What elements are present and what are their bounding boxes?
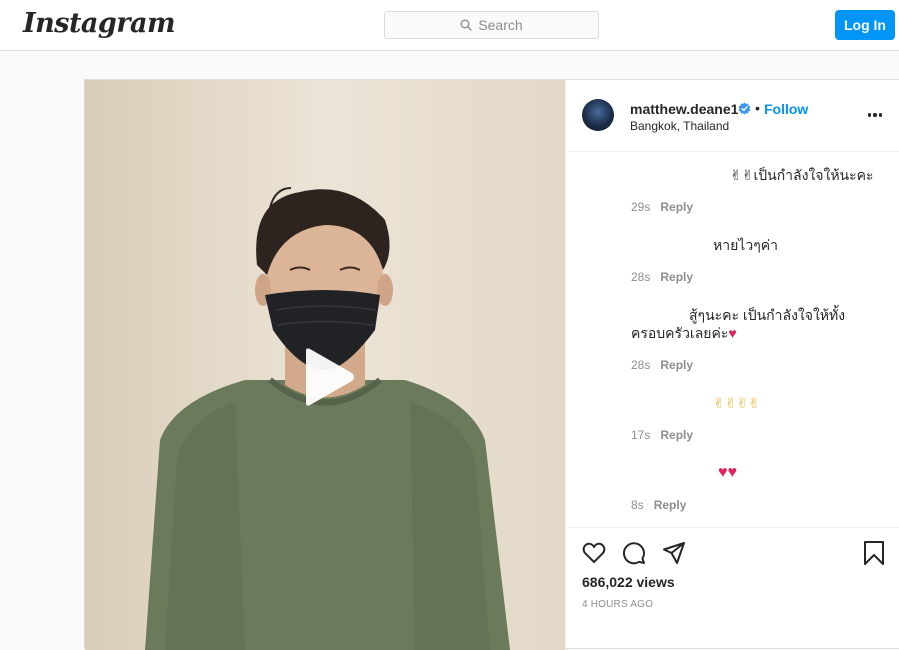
comment-text-line2: ครอบครัวเลยค่ะ♥ — [631, 324, 737, 342]
follow-button[interactable]: Follow — [764, 101, 808, 117]
video-player[interactable] — [85, 80, 565, 650]
reply-button[interactable]: Reply — [660, 358, 693, 372]
comment-age: 28s — [631, 270, 651, 284]
comment-text: ♥♥ — [718, 464, 737, 481]
comment-age: 8s — [631, 498, 644, 512]
avatar[interactable] — [582, 99, 614, 131]
verified-badge-icon — [738, 102, 751, 115]
save-bookmark-icon[interactable] — [861, 540, 887, 566]
comment-meta: 17s Reply — [631, 428, 693, 442]
more-options-icon[interactable] — [866, 106, 884, 124]
post-actions: 686,022 views 4 HOURS AGO — [566, 527, 899, 650]
search-input[interactable]: Search — [384, 11, 599, 39]
comment-text: ครอบครัวเลยค่ะ — [631, 325, 729, 341]
comment-text: ✌✌✌✌ — [713, 395, 760, 411]
post-header: matthew.deane1 • Follow Bangkok, Thailan… — [566, 80, 899, 152]
reply-button[interactable]: Reply — [660, 270, 693, 284]
comment-meta: 28s Reply — [631, 358, 693, 372]
top-nav: Instagram Search Log In — [0, 0, 899, 51]
comment-text: หายไวๆค่า — [713, 237, 778, 253]
comment-age: 29s — [631, 200, 651, 214]
comments-list: ✌✌เป็นกำลังใจให้นะคะ 29s Reply หายไวๆค่า … — [566, 152, 899, 527]
instagram-logo[interactable]: Instagram — [23, 8, 176, 39]
location-link[interactable]: Bangkok, Thailand — [630, 119, 729, 133]
search-placeholder: Search — [478, 17, 523, 33]
views-count[interactable]: 686,022 views — [582, 574, 675, 590]
reply-button[interactable]: Reply — [660, 428, 693, 442]
comment-age: 28s — [631, 358, 651, 372]
heart-emoji: ♥ — [728, 325, 737, 341]
like-heart-icon[interactable] — [581, 540, 607, 566]
comment-text: ✌✌เป็นกำลังใจให้นะคะ — [730, 167, 874, 183]
comment-icon[interactable] — [621, 540, 647, 566]
separator-dot: • — [755, 100, 760, 116]
reply-button[interactable]: Reply — [654, 498, 687, 512]
comment-meta: 8s Reply — [631, 498, 686, 512]
post-card: matthew.deane1 • Follow Bangkok, Thailan… — [84, 79, 899, 650]
search-icon — [460, 19, 473, 31]
share-icon[interactable] — [661, 540, 687, 566]
post-timestamp[interactable]: 4 HOURS AGO — [582, 599, 653, 610]
comment-meta: 28s Reply — [631, 270, 693, 284]
post-details-panel: matthew.deane1 • Follow Bangkok, Thailan… — [565, 80, 899, 650]
play-icon[interactable] — [294, 345, 358, 409]
username-link[interactable]: matthew.deane1 — [630, 101, 738, 117]
reply-button[interactable]: Reply — [660, 200, 693, 214]
comment-text: สู้ๆนะคะ เป็นกำลังใจให้ทั้ง — [689, 307, 846, 323]
comment-meta: 29s Reply — [631, 200, 693, 214]
login-button[interactable]: Log In — [835, 10, 895, 40]
comment-age: 17s — [631, 428, 651, 442]
